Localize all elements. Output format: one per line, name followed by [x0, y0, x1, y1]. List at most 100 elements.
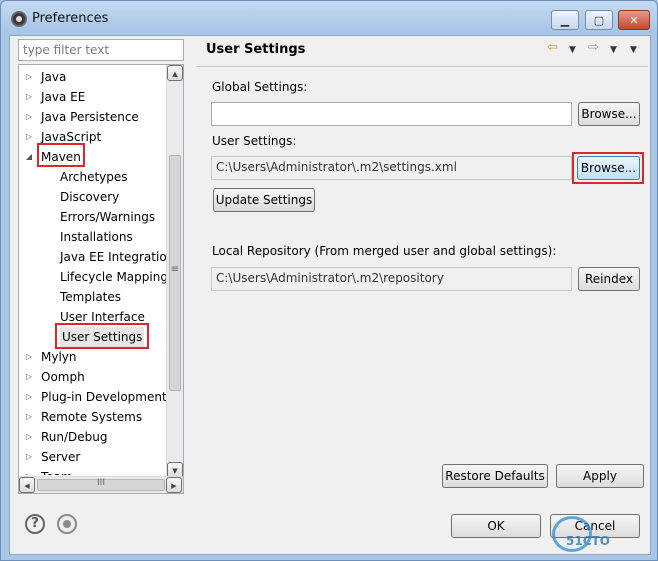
update-settings-button[interactable]: Update Settings: [213, 188, 315, 212]
forward-arrow-icon[interactable]: ⇨: [588, 40, 599, 58]
tree-vertical-scrollbar[interactable]: ▲ ≡ ▼: [166, 65, 183, 478]
collapsed-arrow-icon[interactable]: ▷: [23, 347, 35, 367]
collapsed-arrow-icon[interactable]: ▷: [23, 87, 35, 107]
hscroll-grip: III: [97, 478, 105, 488]
tree-item-label: Java Persistence: [41, 110, 139, 124]
reindex-button[interactable]: Reindex: [578, 267, 640, 291]
help-icon[interactable]: ?: [25, 514, 45, 534]
record-macro-icon[interactable]: [57, 514, 77, 534]
tree-item[interactable]: Discovery: [19, 187, 167, 207]
user-browse-button[interactable]: Browse...: [577, 156, 640, 180]
global-settings-label: Global Settings:: [212, 80, 307, 94]
back-dropdown-icon[interactable]: ▼: [569, 45, 576, 63]
collapsed-arrow-icon[interactable]: ▷: [23, 447, 35, 467]
tree-item[interactable]: Installations: [19, 227, 167, 247]
tree-item-label: Java EE Integration: [60, 250, 167, 264]
tree-item-label: Java EE: [41, 90, 86, 104]
tree-item[interactable]: Errors/Warnings: [19, 207, 167, 227]
tree-item-label: JavaScript: [41, 130, 102, 144]
tree-item[interactable]: ▷ Plug-in Development: [19, 387, 167, 407]
scroll-up-icon[interactable]: ▲: [167, 65, 183, 81]
tree-item-label: Server: [41, 450, 81, 464]
scroll-left-icon[interactable]: ◀: [19, 477, 35, 493]
watermark-text: 51CTO: [566, 534, 610, 548]
collapsed-arrow-icon[interactable]: ▷: [23, 127, 35, 147]
scroll-grip: ≡: [170, 264, 180, 275]
collapsed-arrow-icon[interactable]: ▷: [23, 387, 35, 407]
tree-item[interactable]: ▷ Mylyn: [19, 347, 167, 367]
tree-item-label: Discovery: [60, 190, 120, 204]
panel-sash[interactable]: [188, 36, 196, 506]
tree-item[interactable]: Lifecycle Mapping: [19, 267, 167, 287]
global-settings-label-text: Global Settings:: [212, 80, 308, 94]
tree-item-label: Templates: [60, 290, 122, 304]
close-icon: ✕: [629, 13, 639, 27]
global-settings-field[interactable]: [211, 102, 572, 126]
tree-vertical-scroll-thumb[interactable]: ≡: [169, 155, 181, 391]
tree-item[interactable]: ▷ Run/Debug: [19, 427, 167, 447]
user-settings-label: User Settings:: [212, 134, 296, 148]
tree-item-label: User Settings: [60, 327, 145, 347]
tree-item-label: Lifecycle Mapping: [60, 270, 167, 284]
tree-item-label: User Interface: [60, 310, 145, 324]
tree-item[interactable]: Templates: [19, 287, 167, 307]
title-separator: [196, 66, 648, 67]
tree-item-label: Java: [41, 70, 67, 84]
tree-item-label: Installations: [60, 230, 133, 244]
preferences-window: Preferences ▁ ▢ ✕ ▷ Java ▷ Java EE ▷ Java Per…: [0, 0, 658, 561]
minimize-icon: ▁: [560, 13, 570, 27]
ok-button[interactable]: OK: [451, 514, 541, 538]
local-repository-label: Local Repository (From merged user and g…: [212, 244, 557, 258]
page-title: User Settings: [206, 42, 306, 57]
local-repository-field[interactable]: C:\Users\Administrator\.m2\repository: [211, 267, 572, 291]
filter-input[interactable]: [18, 39, 184, 61]
tree-horizontal-scroll-thumb[interactable]: III: [37, 478, 165, 491]
tree-item[interactable]: User Interface: [19, 307, 167, 327]
tree-item-label: Oomph: [41, 370, 85, 384]
scroll-right-icon[interactable]: ▶: [166, 477, 182, 493]
back-arrow-icon[interactable]: ⇦: [547, 40, 558, 58]
user-settings-field[interactable]: C:\Users\Administrator\.m2\settings.xml: [211, 156, 572, 180]
window-title: Preferences: [32, 11, 109, 26]
tree-item[interactable]: ▷ Team: [19, 467, 167, 475]
collapsed-arrow-icon[interactable]: ▷: [23, 107, 35, 127]
tree-item-label: Remote Systems: [41, 410, 143, 424]
tree-item[interactable]: ▷ JavaScript: [19, 127, 167, 147]
tree-item[interactable]: Java EE Integration: [19, 247, 167, 267]
eclipse-icon: [11, 11, 27, 27]
tree-item-label: Mylyn: [41, 350, 77, 364]
minimize-button[interactable]: ▁: [551, 10, 579, 30]
collapsed-arrow-icon[interactable]: ▷: [23, 467, 35, 475]
tree-item[interactable]: ▷ Java: [19, 67, 167, 87]
user-settings-label-text: User Settings:: [212, 134, 297, 148]
collapsed-arrow-icon[interactable]: ▷: [23, 367, 35, 387]
preference-tree[interactable]: ▷ Java ▷ Java EE ▷ Java Persistence ▷ JavaScrip…: [18, 64, 184, 494]
forward-dropdown-icon[interactable]: ▼: [610, 45, 617, 63]
view-menu-icon[interactable]: ▼: [630, 45, 637, 63]
tree-item[interactable]: ◢ Maven: [19, 147, 167, 167]
collapsed-arrow-icon[interactable]: ▷: [23, 407, 35, 427]
tree-item-label: Run/Debug: [41, 430, 108, 444]
tree-horizontal-scrollbar[interactable]: ◀ III ▶: [19, 476, 183, 493]
collapsed-arrow-icon[interactable]: ▷: [23, 427, 35, 447]
tree-item[interactable]: ▷ Server: [19, 447, 167, 467]
apply-button[interactable]: Apply: [556, 464, 644, 488]
maximize-button[interactable]: ▢: [585, 10, 613, 30]
tree-item-label: Errors/Warnings: [60, 210, 156, 224]
expanded-arrow-icon[interactable]: ◢: [23, 147, 35, 167]
tree-item[interactable]: ▷ Java Persistence: [19, 107, 167, 127]
tree-item[interactable]: Archetypes: [19, 167, 167, 187]
collapsed-arrow-icon[interactable]: ▷: [23, 67, 35, 87]
tree-item[interactable]: ▷ Java EE: [19, 87, 167, 107]
restore-defaults-button[interactable]: Restore Defaults: [442, 464, 548, 488]
tree-item-label: Archetypes: [60, 170, 128, 184]
tree-viewport: ▷ Java ▷ Java EE ▷ Java Persistence ▷ JavaScrip…: [19, 65, 167, 475]
tree-item[interactable]: ▷ Remote Systems: [19, 407, 167, 427]
tree-item[interactable]: User Settings: [19, 327, 167, 347]
title-bar[interactable]: Preferences ▁ ▢ ✕: [1, 1, 657, 35]
maximize-icon: ▢: [593, 13, 605, 27]
tree-item-label: Plug-in Development: [41, 390, 167, 404]
tree-item[interactable]: ▷ Oomph: [19, 367, 167, 387]
global-browse-button[interactable]: Browse...: [578, 102, 640, 126]
close-button[interactable]: ✕: [618, 10, 650, 30]
